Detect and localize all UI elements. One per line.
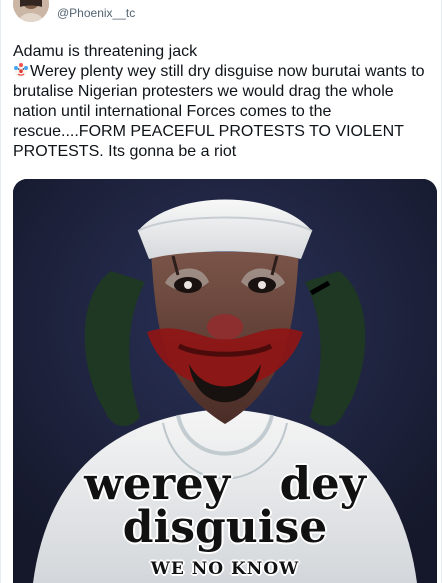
tweet-header: @Phoenix__tc [1, 0, 441, 30]
clown-emoji-icon [14, 63, 28, 77]
thread-divider [57, 0, 71, 3]
tweet-opening-line: Adamu is threatening jack [13, 43, 198, 60]
clown-face-icon [13, 62, 29, 78]
user-handle[interactable]: @Phoenix__tc [57, 6, 135, 20]
tweet-body-paragraph: Werey plenty wey still dry disguise now … [13, 62, 437, 162]
meme-image[interactable]: werey dey disguise WE NO KNOW [13, 179, 437, 583]
user-avatar-icon [13, 0, 49, 22]
tweet-text: Adamu is threatening jack Werey plenty w… [13, 42, 437, 162]
meme-caption-line-1: werey dey [84, 457, 366, 510]
avatar[interactable] [13, 0, 49, 22]
meme-caption-line-2: disguise [122, 502, 328, 553]
tweet-container: @Phoenix__tc Adamu is threatening jack W… [0, 0, 442, 583]
meme-caption-line-3: WE NO KNOW [150, 559, 300, 579]
tweet-body-text: Werey plenty wey still dry disguise now … [13, 63, 425, 160]
